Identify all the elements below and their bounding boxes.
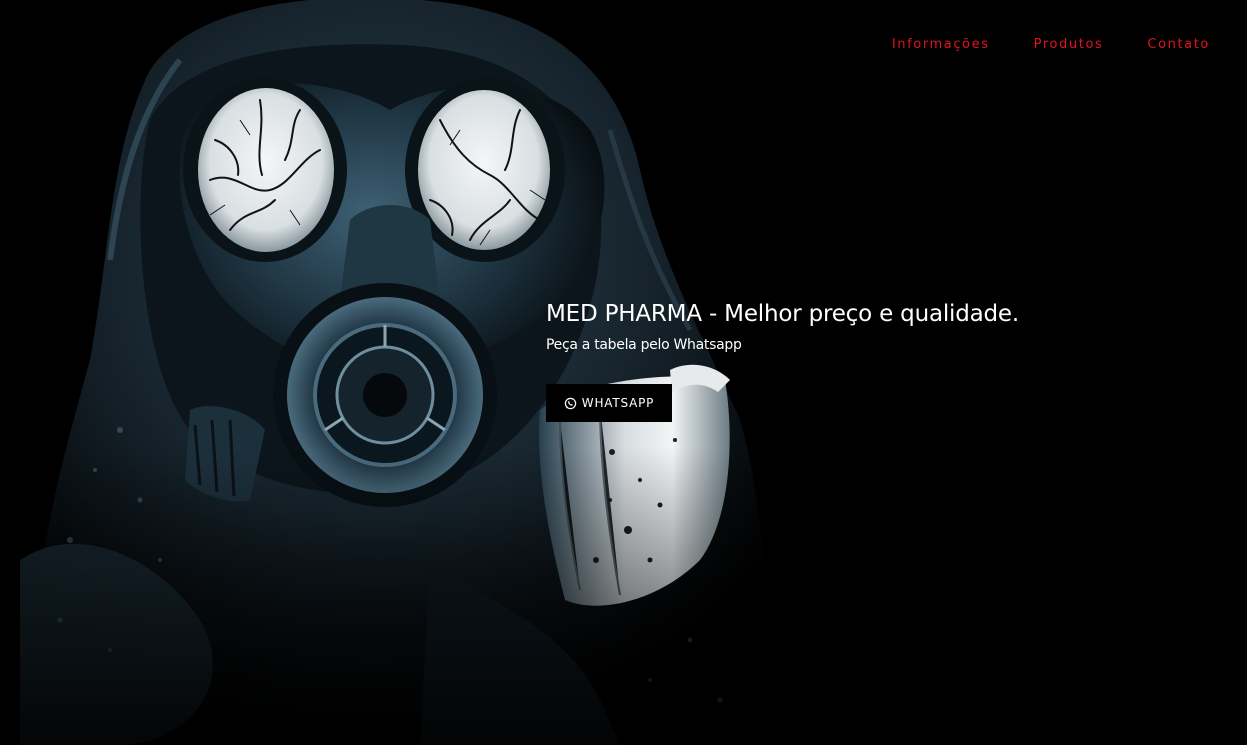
whatsapp-button-label: WHATSAPP <box>581 396 655 410</box>
nav-link-informacoes[interactable]: Informações <box>892 36 990 54</box>
nav-link-produtos[interactable]: Produtos <box>1034 36 1104 54</box>
hero-gas-mask-image <box>0 0 1247 745</box>
top-navigation: Informações Produtos Contato <box>848 36 1210 54</box>
whatsapp-icon <box>564 397 577 410</box>
hero-title: MED PHARMA - Melhor preço e qualidade. <box>546 301 1019 327</box>
hero-subtitle: Peça a tabela pelo Whatsapp <box>546 337 742 353</box>
hero-text-block: MED PHARMA - Melhor preço e qualidade. P… <box>546 298 1106 355</box>
nav-link-contato[interactable]: Contato <box>1147 36 1210 54</box>
landing-page: Informações Produtos Contato MED PHARMA … <box>0 0 1247 745</box>
whatsapp-button[interactable]: WHATSAPP <box>546 384 672 422</box>
